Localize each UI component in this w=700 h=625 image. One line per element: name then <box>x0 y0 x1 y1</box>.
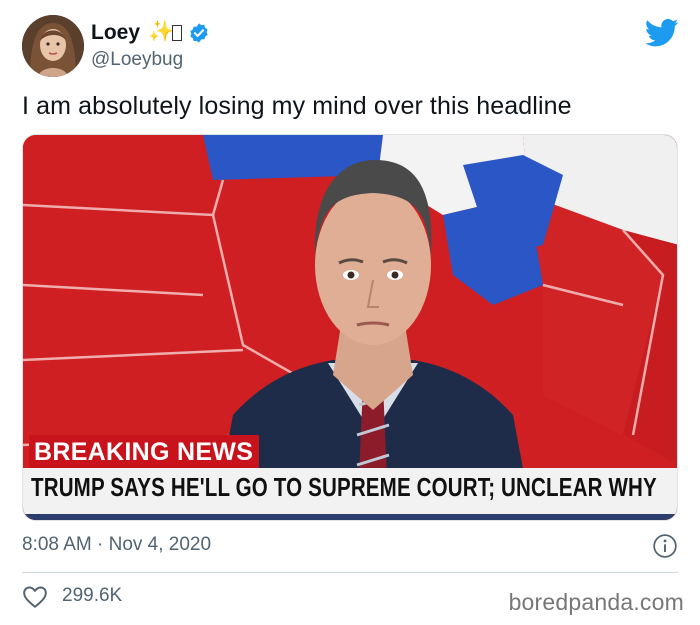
heart-icon[interactable] <box>22 585 48 609</box>
verified-badge-icon <box>190 23 208 43</box>
tweet-media-image[interactable]: BREAKING NEWS TRUMP SAYS HE'LL GO TO SUP… <box>22 134 678 521</box>
display-name[interactable]: Loey <box>91 21 140 45</box>
divider <box>22 572 678 573</box>
news-ticker <box>23 514 677 520</box>
unsupported-emoji-glyph <box>172 25 182 41</box>
tweet-text: I am absolutely losing my mind over this… <box>22 92 572 120</box>
like-count[interactable]: 299.6K <box>62 585 122 607</box>
breaking-news-banner: BREAKING NEWS <box>29 435 260 468</box>
watermark: boredpanda.com <box>508 589 684 615</box>
tweet-timestamp[interactable]: 8:08 AM · Nov 4, 2020 <box>22 534 211 556</box>
news-headline: TRUMP SAYS HE'LL GO TO SUPREME COURT; UN… <box>31 472 657 502</box>
info-icon[interactable] <box>652 533 678 559</box>
sparkles-emoji: ✨ <box>148 20 175 43</box>
twitter-bird-icon[interactable] <box>645 18 679 48</box>
user-handle[interactable]: @Loeybug <box>91 49 183 71</box>
avatar[interactable] <box>22 15 84 77</box>
